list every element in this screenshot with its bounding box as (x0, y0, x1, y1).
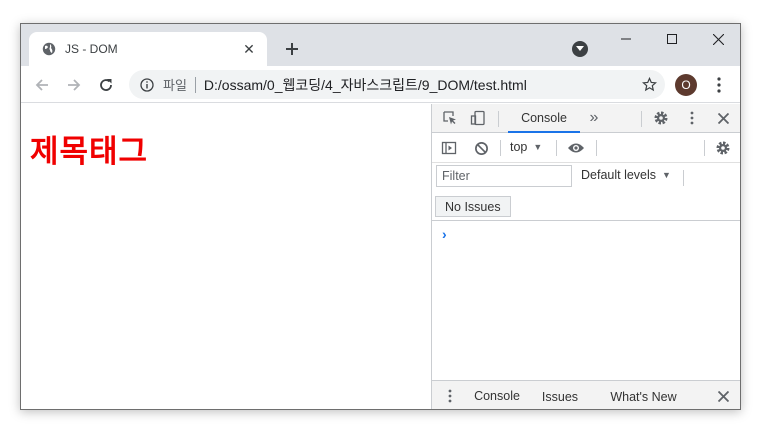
more-tabs-icon[interactable]: » (584, 108, 604, 128)
more-vert-icon[interactable] (440, 386, 460, 406)
divider (641, 111, 642, 127)
browser-window: JS - DOM ✕ 파일 D:/ossam/0_웹코딩/4_자바스크립트/9_… (20, 23, 741, 410)
page-viewport: 제목태그 (21, 104, 431, 409)
issues-bar: No Issues (432, 191, 740, 221)
console-settings-gear-icon[interactable] (713, 138, 733, 158)
chevron-down-icon: ▼ (662, 170, 671, 180)
address-divider (194, 76, 196, 93)
tab-strip: JS - DOM ✕ (21, 24, 740, 66)
divider (704, 140, 705, 156)
no-issues-button[interactable]: No Issues (435, 196, 511, 217)
more-vert-icon[interactable] (682, 108, 702, 128)
info-icon[interactable] (139, 77, 155, 93)
close-window-button[interactable] (695, 24, 740, 54)
console-prompt[interactable]: › (442, 226, 447, 242)
maximize-button[interactable] (649, 24, 695, 54)
drawer-tab-issues[interactable]: Issues (535, 381, 585, 409)
close-devtools-icon[interactable] (713, 108, 733, 128)
divider (498, 111, 499, 127)
drawer-tab-console[interactable]: Console (463, 381, 531, 409)
back-arrow-icon[interactable] (31, 74, 53, 96)
console-toolbar: top ▼ (432, 133, 740, 163)
bookmark-star-icon[interactable] (641, 76, 657, 92)
sidebar-toggle-icon[interactable] (439, 138, 459, 158)
reload-icon[interactable] (95, 74, 117, 96)
browser-toolbar: 파일 D:/ossam/0_웹코딩/4_자바스크립트/9_DOM/test.ht… (21, 66, 740, 103)
device-toolbar-icon[interactable] (468, 108, 488, 128)
tab-search-icon[interactable] (572, 41, 588, 57)
devtools-tabbar: Console » (432, 104, 740, 133)
new-tab-button[interactable] (281, 38, 303, 60)
tab-title: JS - DOM (65, 42, 118, 56)
devtools-panel: Console » top ▼ Filter Default levels ▼ … (431, 104, 740, 409)
more-vert-icon[interactable] (709, 74, 729, 96)
divider (556, 140, 557, 156)
drawer-tab-whats-new[interactable]: What's New (602, 381, 685, 409)
divider (500, 140, 501, 156)
context-value: top (510, 140, 528, 154)
filter-input[interactable]: Filter (436, 165, 572, 187)
scheme-label: 파일 (163, 78, 187, 93)
close-drawer-icon[interactable] (713, 386, 733, 406)
log-levels-label: Default levels (581, 168, 657, 182)
chevron-down-icon: ▼ (533, 142, 543, 152)
context-select[interactable]: top ▼ (510, 140, 542, 154)
settings-gear-icon[interactable] (651, 108, 671, 128)
filter-bar: Filter Default levels ▼ (432, 163, 740, 191)
page-heading: 제목태그 (30, 134, 149, 170)
log-levels-select[interactable]: Default levels ▼ (581, 168, 671, 182)
minimize-button[interactable] (603, 24, 649, 54)
url-text[interactable]: D:/ossam/0_웹코딩/4_자바스크립트/9_DOM/test.html (204, 75, 527, 95)
address-bar[interactable]: 파일 D:/ossam/0_웹코딩/4_자바스크립트/9_DOM/test.ht… (129, 70, 665, 99)
globe-icon (41, 41, 57, 57)
close-tab-icon[interactable]: ✕ (241, 41, 257, 57)
tab-js-dom[interactable]: JS - DOM ✕ (29, 32, 267, 66)
devtools-drawer: Console Issues What's New (432, 380, 740, 409)
divider (596, 140, 597, 156)
forward-arrow-icon[interactable] (63, 74, 85, 96)
live-expression-eye-icon[interactable] (566, 138, 586, 158)
tab-console[interactable]: Console (508, 104, 580, 133)
inspect-element-icon[interactable] (440, 108, 460, 128)
profile-avatar[interactable]: O (675, 74, 697, 96)
divider (683, 170, 684, 186)
clear-console-icon[interactable] (471, 138, 491, 158)
